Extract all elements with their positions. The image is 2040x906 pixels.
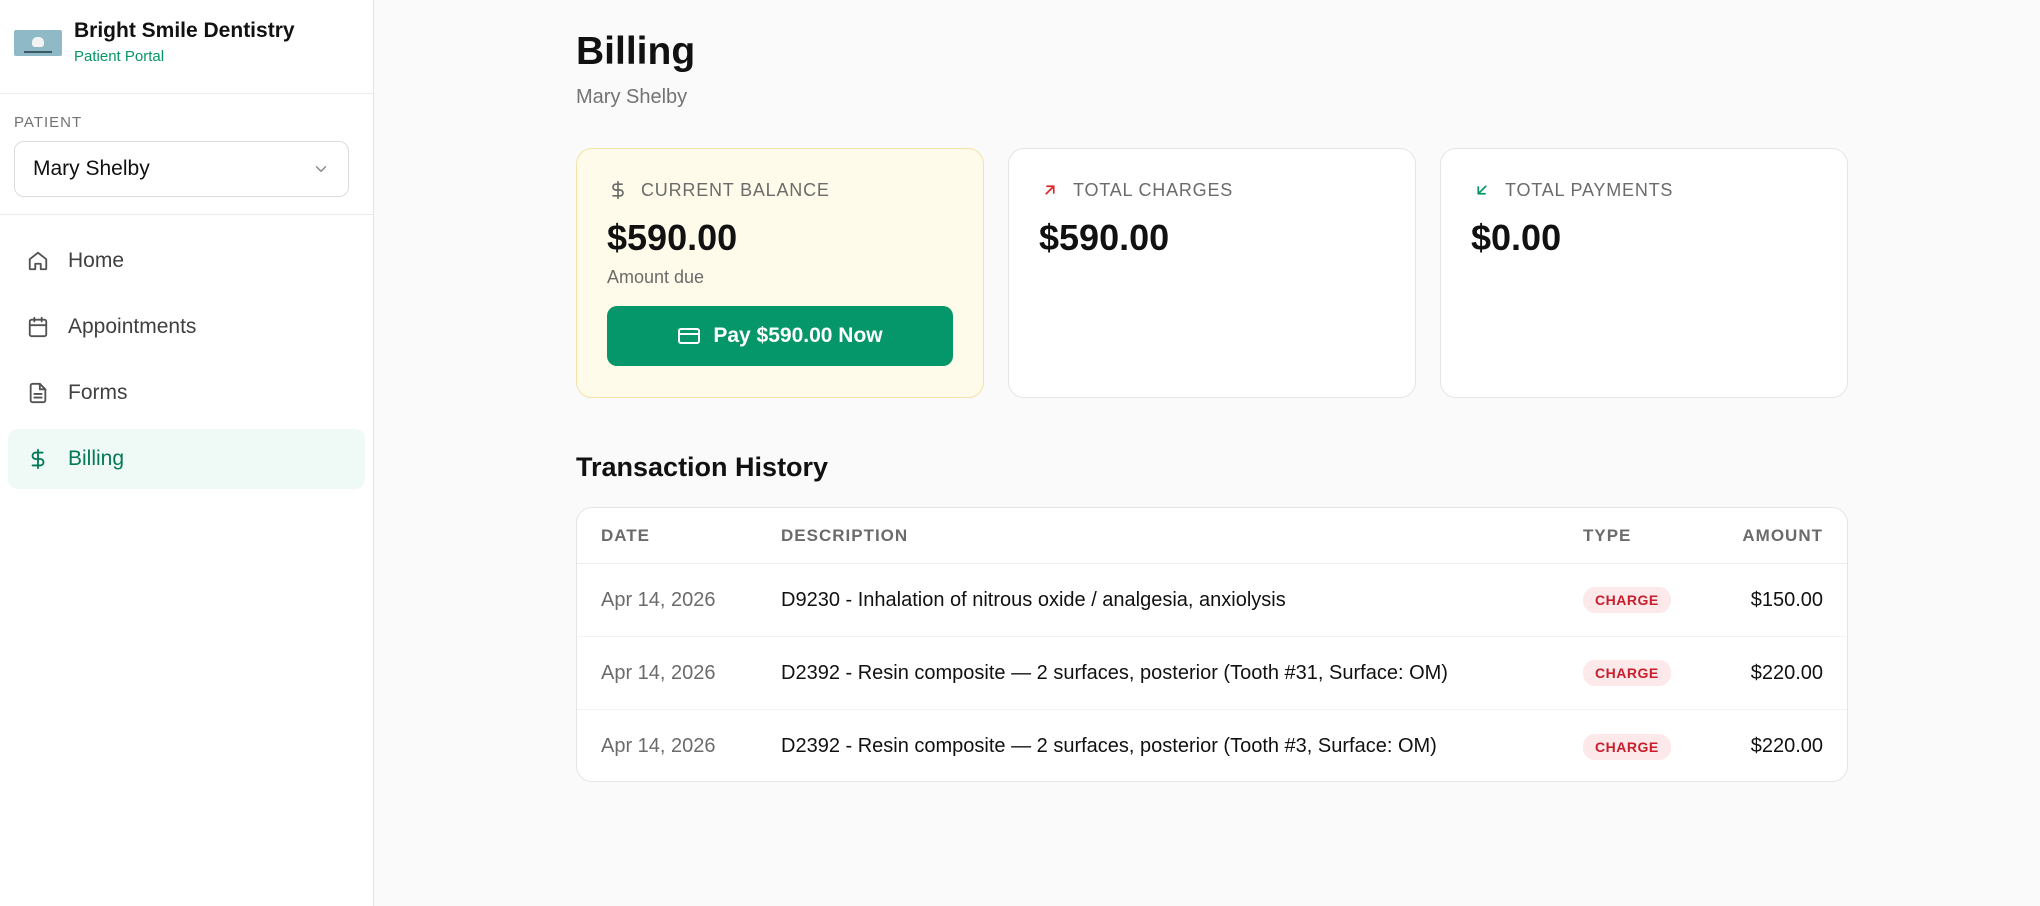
patient-select-value: Mary Shelby bbox=[33, 157, 150, 180]
charges-value: $590.00 bbox=[1039, 217, 1170, 258]
arrow-up-right-icon bbox=[1039, 179, 1061, 201]
dollar-icon bbox=[26, 447, 50, 471]
transaction-date: Apr 14, 2026 bbox=[601, 588, 716, 611]
transaction-table: DATE DESCRIPTION TYPE AMOUNT Apr 14, 202… bbox=[576, 507, 1848, 782]
type-badge: CHARGE bbox=[1583, 587, 1671, 613]
brand-header: Bright Smile Dentistry Patient Portal bbox=[0, 0, 373, 94]
total-charges-card: TOTAL CHARGES $590.00 bbox=[1008, 148, 1416, 398]
clinic-logo bbox=[14, 30, 62, 56]
dollar-icon bbox=[607, 179, 629, 201]
transaction-description: D2392 - Resin composite — 2 surfaces, po… bbox=[781, 661, 1448, 684]
transaction-date: Apr 14, 2026 bbox=[601, 661, 716, 684]
document-icon bbox=[26, 381, 50, 405]
card-label: TOTAL CHARGES bbox=[1073, 179, 1234, 200]
pay-now-label: Pay $590.00 Now bbox=[713, 324, 883, 347]
transaction-history-title: Transaction History bbox=[576, 452, 829, 482]
column-header-date: DATE bbox=[601, 525, 651, 545]
transaction-amount: $150.00 bbox=[1750, 588, 1823, 611]
patient-section: PATIENT Mary Shelby bbox=[0, 94, 373, 215]
transaction-description: D2392 - Resin composite — 2 surfaces, po… bbox=[781, 735, 1437, 757]
sidebar-item-label: Forms bbox=[68, 381, 128, 404]
column-header-amount: AMOUNT bbox=[1742, 525, 1823, 545]
transaction-amount: $220.00 bbox=[1750, 661, 1823, 684]
balance-value: $590.00 bbox=[607, 217, 738, 258]
table-row: Apr 14, 2026 D2392 - Resin composite — 2… bbox=[577, 637, 1847, 710]
transaction-date: Apr 14, 2026 bbox=[601, 735, 716, 757]
transaction-description: D9230 - Inhalation of nitrous oxide / an… bbox=[781, 588, 1286, 611]
chevron-down-icon bbox=[315, 166, 327, 172]
page-title: Billing bbox=[576, 30, 696, 73]
sidebar-item-label: Billing bbox=[68, 447, 125, 470]
sidebar-item-label: Appointments bbox=[68, 315, 197, 338]
brand-name: Bright Smile Dentistry bbox=[74, 19, 295, 42]
card-label: CURRENT BALANCE bbox=[641, 179, 830, 200]
type-badge: CHARGE bbox=[1583, 733, 1671, 760]
sidebar: Bright Smile Dentistry Patient Portal PA… bbox=[0, 0, 374, 906]
sidebar-item-forms[interactable]: Forms bbox=[8, 363, 365, 423]
page-subtitle: Mary Shelby bbox=[576, 86, 688, 108]
payments-value: $0.00 bbox=[1471, 217, 1562, 258]
patient-select[interactable]: Mary Shelby bbox=[14, 141, 349, 197]
sidebar-item-label: Home bbox=[68, 249, 125, 272]
total-payments-card: TOTAL PAYMENTS $0.00 bbox=[1440, 148, 1848, 398]
transaction-amount: $220.00 bbox=[1750, 735, 1823, 757]
type-badge: CHARGE bbox=[1583, 660, 1671, 686]
sidebar-item-home[interactable]: Home bbox=[8, 231, 365, 291]
sidebar-item-billing[interactable]: Billing bbox=[8, 429, 365, 489]
calendar-icon bbox=[26, 315, 50, 339]
card-label: TOTAL PAYMENTS bbox=[1505, 179, 1674, 200]
sidebar-nav: Home Appointments Forms Billing bbox=[0, 215, 373, 489]
table-row: Apr 14, 2026 D2392 - Resin composite — 2… bbox=[577, 710, 1847, 781]
table-row: Apr 14, 2026 D9230 - Inhalation of nitro… bbox=[577, 564, 1847, 637]
table-header: DATE DESCRIPTION TYPE AMOUNT bbox=[577, 508, 1847, 564]
arrow-down-left-icon bbox=[1471, 179, 1493, 201]
column-header-type: TYPE bbox=[1583, 525, 1632, 545]
current-balance-card: CURRENT BALANCE $590.00 Amount due Pay $… bbox=[576, 148, 984, 398]
credit-card-icon bbox=[677, 324, 701, 348]
brand-subtitle: Patient Portal bbox=[74, 48, 165, 65]
sidebar-item-appointments[interactable]: Appointments bbox=[8, 297, 365, 357]
patient-label: PATIENT bbox=[14, 114, 83, 131]
balance-note: Amount due bbox=[607, 267, 705, 287]
pay-now-button[interactable]: Pay $590.00 Now bbox=[607, 306, 953, 366]
home-icon bbox=[26, 249, 50, 273]
column-header-description: DESCRIPTION bbox=[781, 525, 909, 545]
